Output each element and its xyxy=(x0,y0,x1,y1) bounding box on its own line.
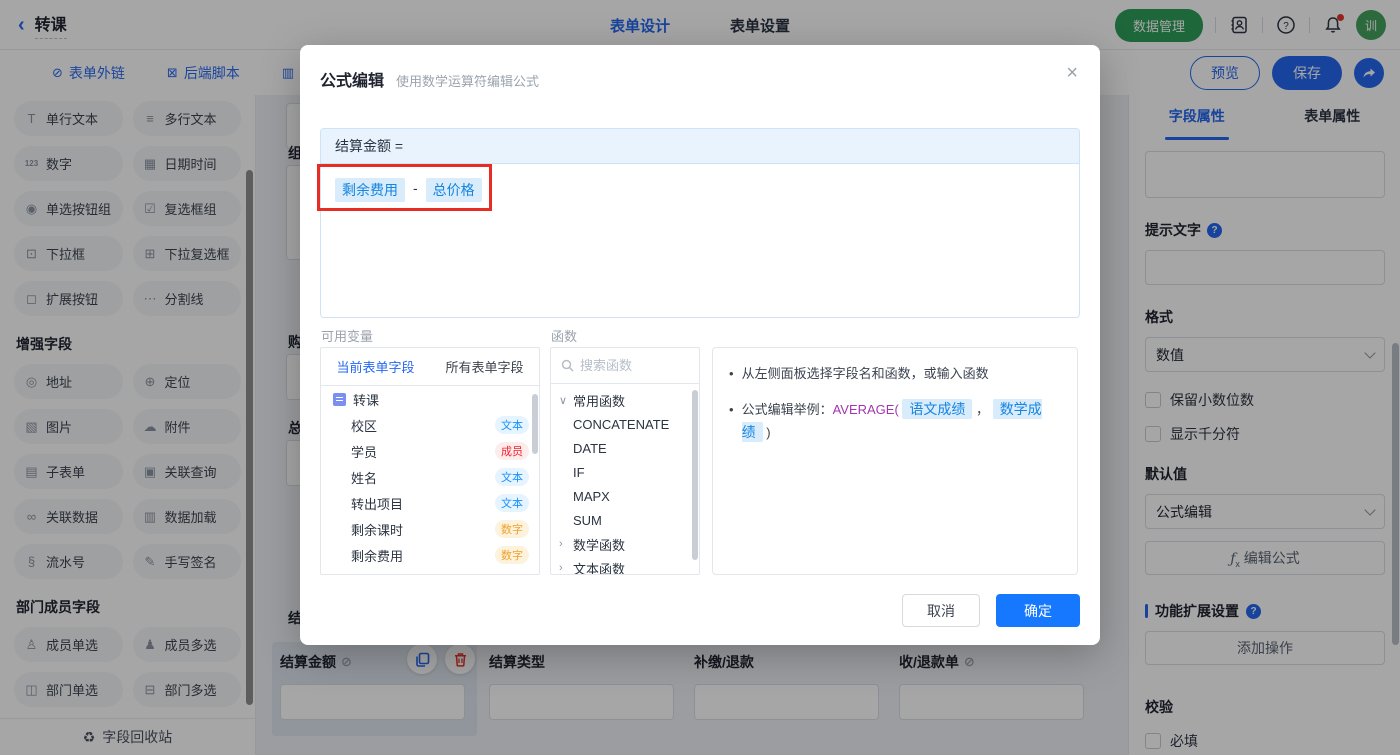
function-search-input[interactable] xyxy=(580,358,680,373)
functions-scrollbar[interactable] xyxy=(692,390,698,560)
tab-current-form-fields[interactable]: 当前表单字段 xyxy=(321,348,430,385)
tab-all-form-fields[interactable]: 所有表单字段 xyxy=(430,348,539,385)
field-type-badge: 成员 xyxy=(495,442,529,460)
variable-field-row[interactable]: 剩余费用数字 xyxy=(321,542,539,568)
example-function-name: AVERAGE( xyxy=(833,402,899,417)
functions-panel: ∨常用函数CONCATENATEDATEIFMAPXSUM›数学函数›文本函数 xyxy=(550,347,700,575)
app-screen: ‹ 转课 表单设计 表单设置 数据管理 ? 训 ⊘表单外链⊠后端脚 xyxy=(0,0,1400,755)
formula-editor: 结算金额 = 剩余费用 - 总价格 xyxy=(320,128,1080,318)
formula-target-field: 结算金额 = xyxy=(321,129,1079,164)
variables-scrollbar[interactable] xyxy=(532,394,538,454)
field-type-badge: 文本 xyxy=(495,494,529,512)
modal-title: 公式编辑 xyxy=(320,67,384,91)
variable-field-row[interactable]: 转出项目文本 xyxy=(321,490,539,516)
search-icon xyxy=(561,359,574,372)
variables-panel: 当前表单字段 所有表单字段 转课校区文本学员成员姓名文本转出项目文本剩余课时数字… xyxy=(320,347,540,575)
cancel-button[interactable]: 取消 xyxy=(902,594,980,627)
formula-token-right[interactable]: 总价格 xyxy=(426,178,482,202)
function-item-row[interactable]: SUM xyxy=(551,508,699,532)
example-token-1: 语文成绩 xyxy=(902,399,972,419)
caret-down-icon: ∨ xyxy=(559,394,573,407)
variable-field-row[interactable]: 剩余课时数字 xyxy=(321,516,539,542)
function-item-row[interactable]: CONCATENATE xyxy=(551,412,699,436)
formula-edit-modal: 公式编辑 使用数学运算符编辑公式 × 结算金额 = 剩余费用 - 总价格 可用变… xyxy=(300,45,1100,645)
hint-line-1: • 从左侧面板选择字段名和函数，或输入函数 xyxy=(729,364,1061,385)
function-item-row[interactable]: MAPX xyxy=(551,484,699,508)
confirm-button[interactable]: 确定 xyxy=(996,594,1080,627)
hint-line-2: • 公式编辑举例：AVERAGE( 语文成绩 ， 数学成绩 ) xyxy=(729,398,1061,444)
function-item-row[interactable]: IF xyxy=(551,460,699,484)
hints-panel: • 从左侧面板选择字段名和函数，或输入函数 • 公式编辑举例：AVERAGE( … xyxy=(712,347,1078,575)
modal-subtitle: 使用数学运算符编辑公式 xyxy=(396,71,539,90)
functions-tree: ∨常用函数CONCATENATEDATEIFMAPXSUM›数学函数›文本函数 xyxy=(551,384,699,574)
modal-footer: 取消 确定 xyxy=(902,594,1080,627)
caret-right-icon: › xyxy=(559,538,573,550)
variables-section-label: 可用变量 xyxy=(321,326,373,345)
formula-token-left[interactable]: 剩余费用 xyxy=(335,178,405,202)
bullet-dot: • xyxy=(729,364,734,385)
field-type-badge: 数字 xyxy=(495,520,529,538)
variable-field-row[interactable]: 姓名文本 xyxy=(321,464,539,490)
form-doc-icon xyxy=(333,393,346,406)
function-group-row[interactable]: ›文本函数 xyxy=(551,556,699,574)
variable-form-root[interactable]: 转课 xyxy=(321,386,539,412)
field-type-badge: 文本 xyxy=(495,468,529,486)
modal-header: 公式编辑 使用数学运算符编辑公式 xyxy=(300,45,1100,91)
field-type-badge: 文本 xyxy=(495,416,529,434)
function-item-row[interactable]: DATE xyxy=(551,436,699,460)
function-group-row[interactable]: ›数学函数 xyxy=(551,532,699,556)
variable-field-row[interactable]: 校区文本 xyxy=(321,412,539,438)
bullet-dot: • xyxy=(729,400,734,421)
close-icon[interactable]: × xyxy=(1066,63,1078,83)
function-group-row[interactable]: ∨常用函数 xyxy=(551,388,699,412)
variables-list: 转课校区文本学员成员姓名文本转出项目文本剩余课时数字剩余费用数字 xyxy=(321,386,539,575)
formula-input-area[interactable]: 剩余费用 - 总价格 xyxy=(321,164,1079,318)
field-type-badge: 数字 xyxy=(495,546,529,564)
variable-field-row[interactable]: 学员成员 xyxy=(321,438,539,464)
caret-right-icon: › xyxy=(559,562,573,574)
variables-tabs: 当前表单字段 所有表单字段 xyxy=(321,348,539,386)
function-search xyxy=(551,348,699,384)
formula-operator: - xyxy=(413,178,418,196)
functions-section-label: 函数 xyxy=(551,326,577,345)
